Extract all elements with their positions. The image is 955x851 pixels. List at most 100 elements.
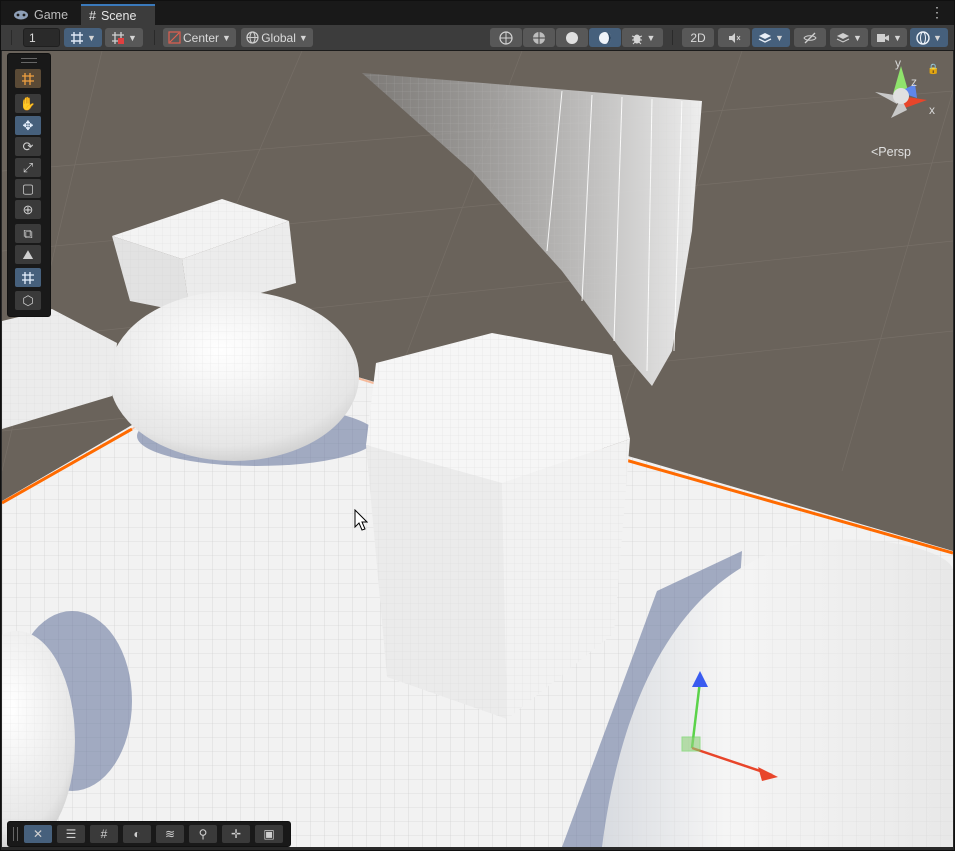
layers-caret-icon: ▼ bbox=[853, 32, 862, 43]
pivot-rotation-label: Global bbox=[261, 30, 296, 45]
audio-toggle-button[interactable] bbox=[718, 28, 750, 47]
projection-toggle[interactable]: <Persp bbox=[871, 145, 911, 159]
eye-slash-icon bbox=[803, 31, 817, 45]
pivot-mode-label: Center bbox=[183, 30, 220, 45]
scene-render bbox=[2, 51, 953, 847]
tool-scale[interactable]: ⤢ bbox=[15, 158, 41, 177]
toolbar-grip bbox=[11, 30, 12, 45]
solid-sphere-icon bbox=[565, 31, 579, 45]
bottom-shading-button[interactable]: ◐ bbox=[123, 825, 151, 843]
gizmos-toggle-button[interactable]: ▼ bbox=[910, 28, 948, 47]
wireframe-shading-button[interactable] bbox=[490, 28, 522, 47]
unlit-shading-button[interactable] bbox=[556, 28, 588, 47]
speaker-mute-icon bbox=[727, 31, 741, 45]
grid-toggle-button[interactable]: ▼ bbox=[64, 28, 102, 47]
tool-create[interactable]: ⧉ bbox=[15, 224, 41, 243]
bottom-transform-button[interactable]: ✛ bbox=[222, 825, 250, 843]
tool-lod[interactable]: ⬡ bbox=[15, 291, 41, 310]
camera-small-icon: ▣ bbox=[263, 827, 275, 841]
scene-visibility-button[interactable] bbox=[794, 28, 826, 47]
tool-transform[interactable]: ⊕ bbox=[15, 200, 41, 219]
scene-viewport[interactable] bbox=[2, 51, 953, 847]
layers-dropdown-button[interactable]: ▼ bbox=[830, 28, 868, 47]
pivot-mode-dropdown[interactable]: Center ▼ bbox=[163, 28, 236, 47]
debug-draw-mode-button[interactable]: ▼ bbox=[622, 28, 663, 47]
bottom-camera-button[interactable]: ▣ bbox=[255, 825, 283, 843]
shaded-wire-sphere-icon bbox=[532, 31, 546, 45]
window-menu-icon[interactable]: ⋮ bbox=[930, 5, 944, 19]
toggle-2d-button[interactable]: 2D bbox=[682, 28, 714, 47]
wrench-icon: ✕ bbox=[32, 827, 44, 841]
layer-number-field[interactable]: 1 bbox=[23, 28, 60, 47]
grid-pattern-icon: # bbox=[100, 827, 108, 841]
tab-bar: Game # Scene ⋮ bbox=[1, 1, 954, 25]
bottom-search-button[interactable]: ⚲ bbox=[189, 825, 217, 843]
tool-hand[interactable]: ✋ bbox=[15, 94, 41, 113]
toolbar-separator bbox=[154, 30, 155, 45]
tool-terrain[interactable]: ⛰ bbox=[15, 245, 41, 264]
axis-x-label: x bbox=[929, 103, 935, 117]
scene-orientation-gizmo[interactable]: y z x 🔒 bbox=[861, 56, 941, 136]
lit-sphere-icon bbox=[598, 31, 612, 45]
gizmo-globe-icon bbox=[916, 30, 930, 45]
duplicate-icon: ⧉ bbox=[23, 225, 33, 241]
scene-window: Game # Scene ⋮ 1 ▼ ▼ Center ▼ Global ▼ ▼… bbox=[0, 0, 955, 851]
tab-scene-label: Scene bbox=[100, 8, 137, 23]
scale-icon: ⤢ bbox=[22, 159, 34, 175]
tab-game[interactable]: Game bbox=[5, 4, 79, 25]
scene-toolbar: 1 ▼ ▼ Center ▼ Global ▼ ▼ 2D ▼ ▼ ▼ ▼ bbox=[1, 25, 954, 51]
grid-icon bbox=[70, 31, 84, 45]
tool-rotate[interactable]: ⟳ bbox=[15, 137, 41, 156]
pivot-rotation-caret-icon: ▼ bbox=[298, 32, 308, 43]
stack-icon: ≋ bbox=[164, 827, 176, 841]
snap-grid-icon bbox=[111, 31, 125, 45]
camera-icon bbox=[876, 32, 890, 44]
rect-transform-icon: ▢ bbox=[21, 180, 35, 196]
bottom-tools-button[interactable]: ✕ bbox=[24, 825, 52, 843]
transform-icon: ⊕ bbox=[22, 201, 34, 217]
grid-snap-tool-icon bbox=[21, 72, 35, 86]
tab-game-label: Game bbox=[34, 7, 69, 22]
snap-toggle-button[interactable]: ▼ bbox=[105, 28, 143, 47]
pivot-center-icon bbox=[168, 31, 181, 44]
moon-sphere-icon: ◐ bbox=[133, 827, 141, 841]
hand-icon: ✋ bbox=[19, 95, 37, 111]
bottom-layers-button[interactable]: ≋ bbox=[156, 825, 184, 843]
tools-overlay: ✋ ✥ ⟳ ⤢ ▢ ⊕ ⧉ ⛰ ⬡ bbox=[7, 53, 51, 317]
effects-caret-icon: ▼ bbox=[775, 32, 784, 43]
move-arrows-small-icon: ✛ bbox=[230, 827, 242, 841]
gizmos-caret-icon: ▼ bbox=[933, 32, 942, 43]
sliders-icon: ☰ bbox=[65, 827, 77, 841]
tool-grid-snap[interactable] bbox=[15, 69, 41, 88]
snap-dropdown-icon: ▼ bbox=[128, 32, 137, 43]
cube-outline-icon: ⬡ bbox=[22, 292, 34, 308]
toolbar-separator-2 bbox=[672, 30, 673, 45]
tool-probuilder[interactable] bbox=[15, 268, 41, 287]
layers-icon bbox=[836, 31, 850, 45]
tool-rect[interactable]: ▢ bbox=[15, 179, 41, 198]
shaded-wireframe-button[interactable] bbox=[523, 28, 555, 47]
pivot-rotation-dropdown[interactable]: Global ▼ bbox=[241, 28, 313, 47]
tool-move[interactable]: ✥ bbox=[15, 116, 41, 135]
hash-icon: # bbox=[89, 8, 96, 23]
search-icon: ⚲ bbox=[198, 827, 208, 841]
effects-toggle-button[interactable]: ▼ bbox=[752, 28, 790, 47]
pivot-mode-caret-icon: ▼ bbox=[222, 32, 231, 43]
mouse-cursor-icon bbox=[354, 508, 369, 534]
bottom-settings-button[interactable]: ☰ bbox=[57, 825, 85, 843]
bottom-grip-icon[interactable] bbox=[13, 827, 18, 841]
grid-dropdown-icon: ▼ bbox=[87, 32, 96, 43]
overlay-grip-icon[interactable] bbox=[21, 58, 37, 63]
game-controller-icon bbox=[13, 9, 29, 21]
camera-caret-icon: ▼ bbox=[893, 32, 902, 43]
camera-settings-button[interactable]: ▼ bbox=[871, 28, 907, 47]
lock-icon[interactable]: 🔒 bbox=[927, 64, 939, 75]
bottom-grid-button[interactable]: # bbox=[90, 825, 118, 843]
probuilder-grid-icon bbox=[21, 271, 35, 285]
lit-shading-button[interactable] bbox=[589, 28, 621, 47]
debug-caret-icon: ▼ bbox=[646, 32, 656, 43]
bottom-overlay-toolbar: ✕ ☰ # ◐ ≋ ⚲ ✛ ▣ bbox=[7, 821, 291, 847]
terrain-brush-icon: ⛰ bbox=[22, 246, 34, 262]
tab-scene[interactable]: # Scene bbox=[81, 4, 155, 25]
bug-icon bbox=[630, 31, 644, 45]
